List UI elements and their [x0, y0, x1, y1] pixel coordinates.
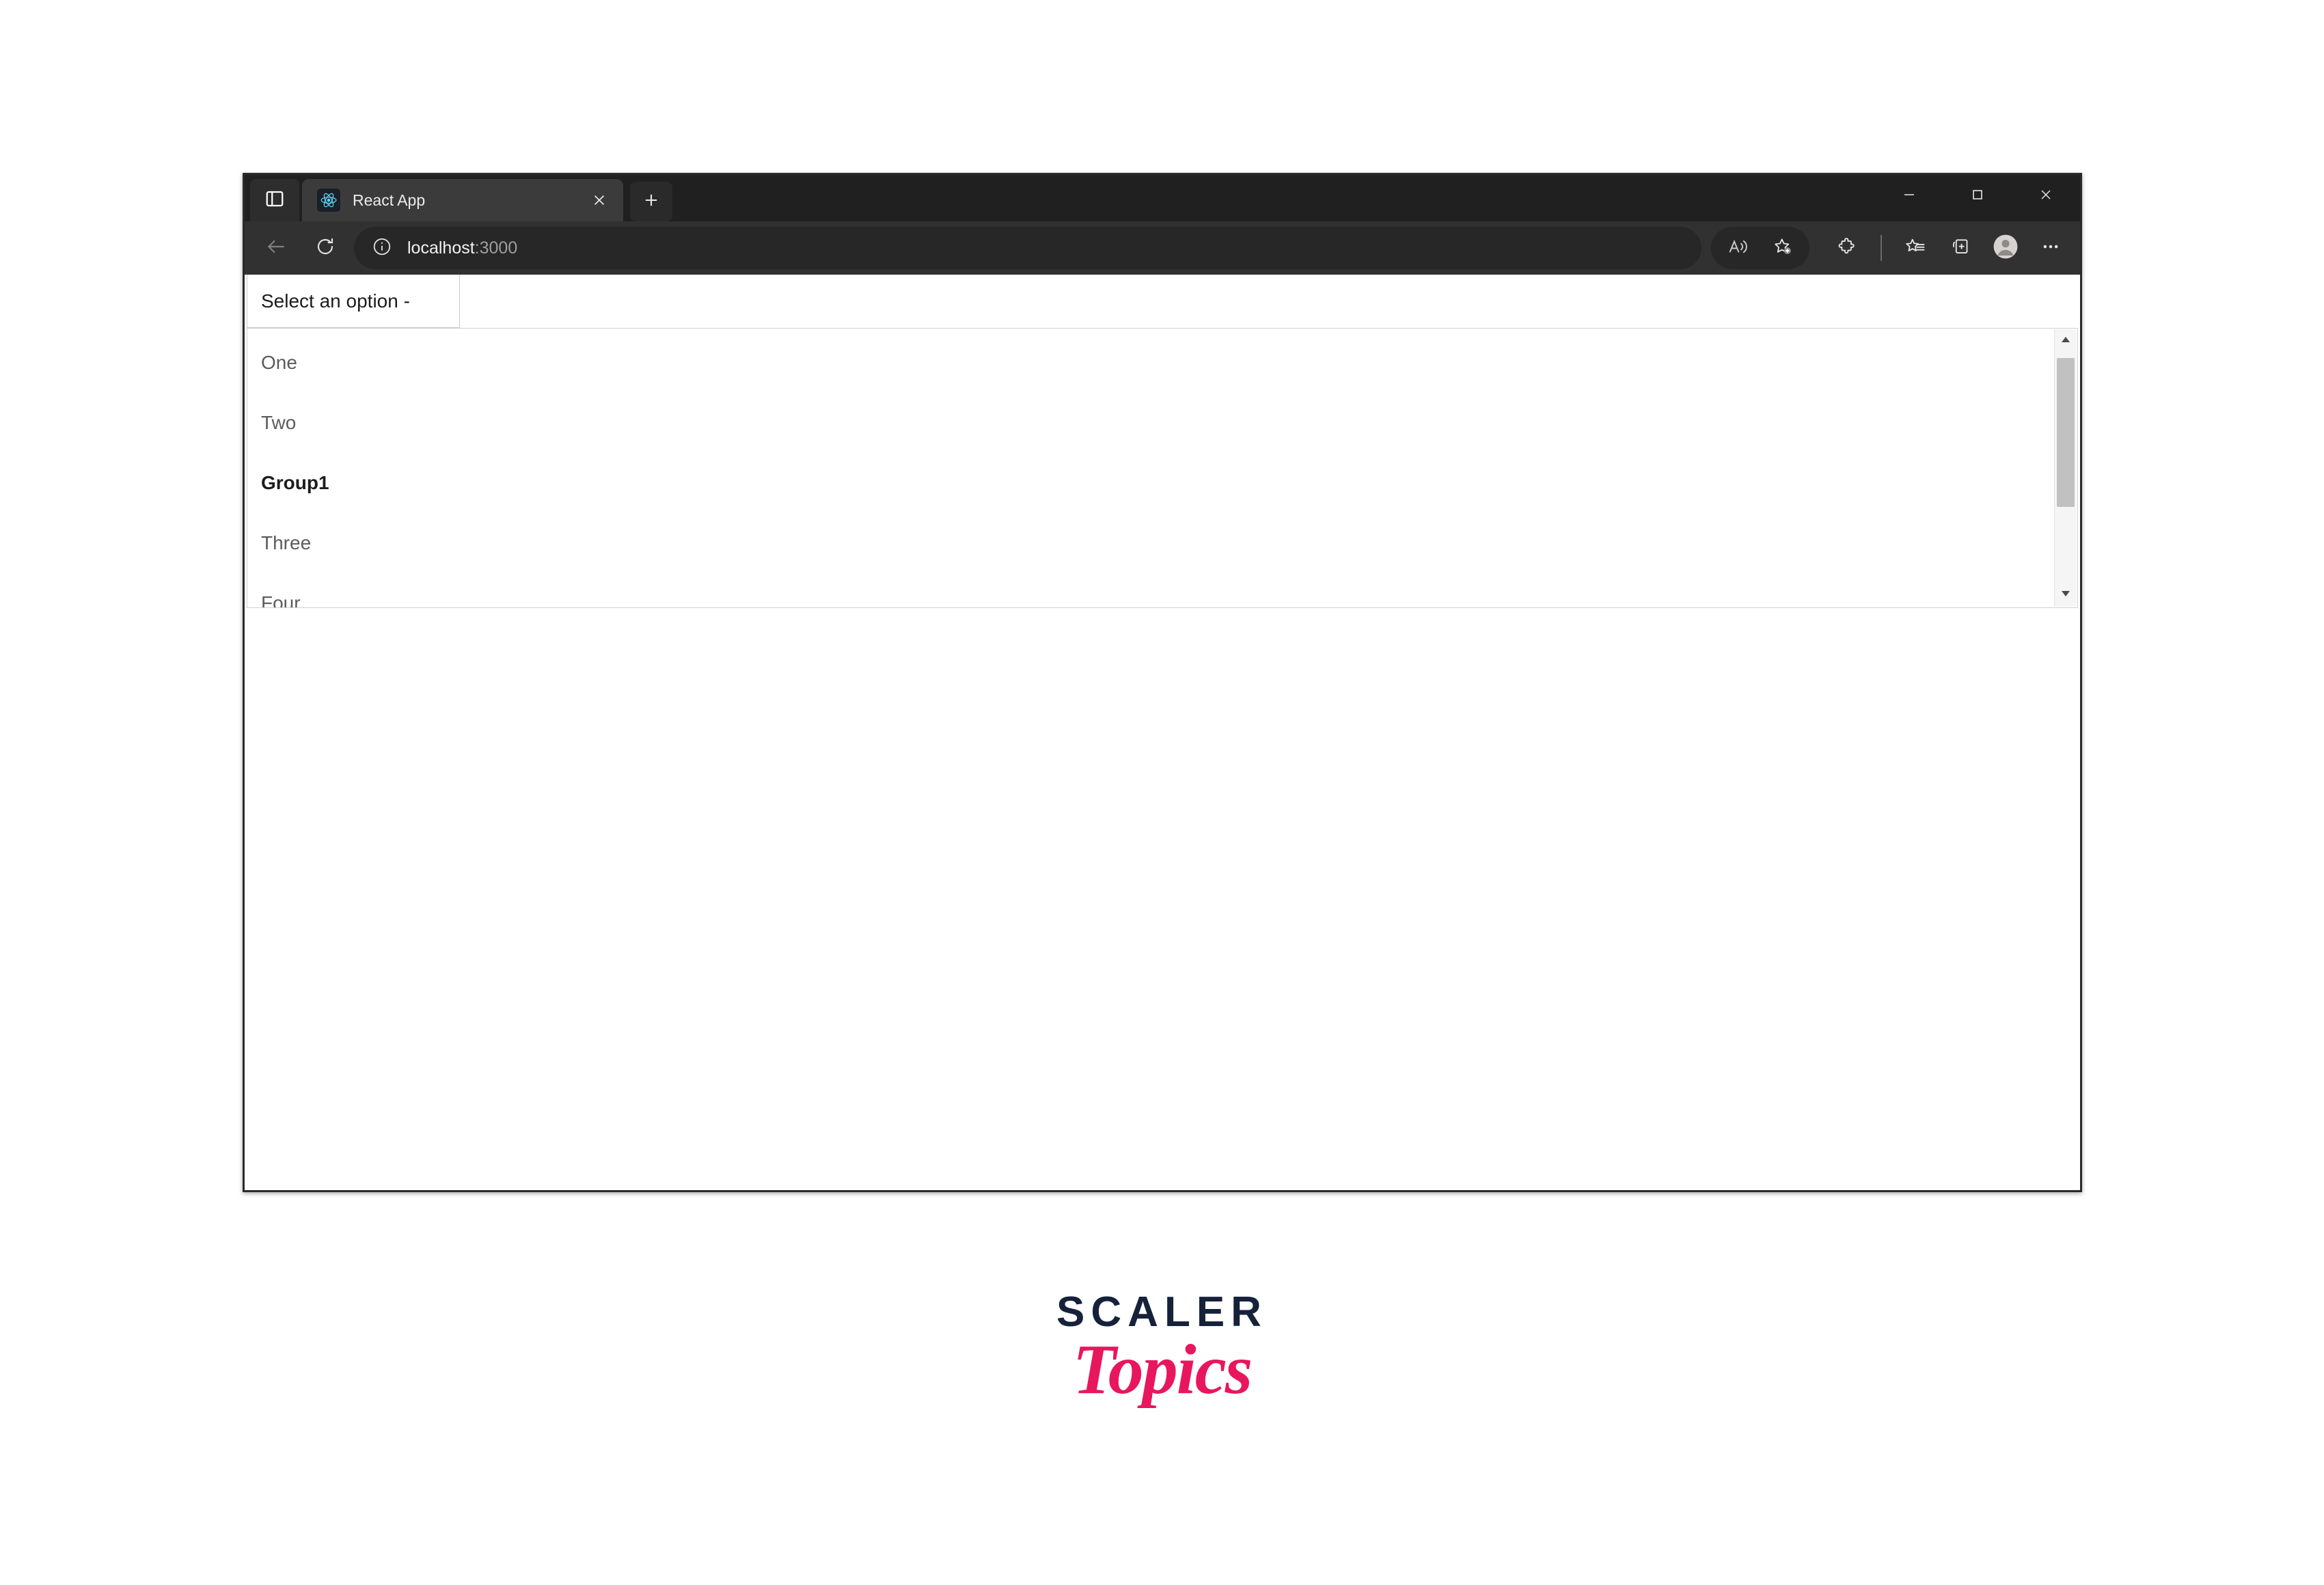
puzzle-piece-icon [1837, 236, 1857, 260]
option-label: Two [261, 412, 297, 433]
close-window-button[interactable] [2012, 175, 2080, 217]
tab-react-app[interactable]: React App [302, 179, 623, 221]
add-favorite-star-icon [1773, 236, 1793, 260]
option-label: Four [261, 592, 301, 608]
option-two[interactable]: Two [247, 393, 2054, 453]
logo-scaler-text: SCALER [1056, 1288, 1268, 1336]
profile-avatar-icon [1993, 234, 2019, 263]
favorites-button[interactable] [1893, 227, 1938, 269]
option-three[interactable]: Three [247, 513, 2054, 573]
info-circle-icon[interactable] [372, 236, 392, 260]
optgroup-label: Group1 [261, 472, 329, 493]
address-host: localhost [407, 238, 475, 258]
collections-add-icon [1950, 236, 1971, 260]
scrollbar-down-button[interactable] [2055, 583, 2077, 607]
close-icon [2038, 187, 2054, 206]
option-label: One [261, 352, 297, 373]
optgroup-label-group1: Group1 [247, 453, 2054, 513]
dropdown-scrollbar[interactable] [2054, 329, 2077, 607]
option-four[interactable]: Four [247, 573, 2054, 608]
maximize-button[interactable] [1943, 175, 2012, 217]
select-value: Select an option - [261, 290, 410, 312]
minimize-button[interactable] [1875, 175, 1943, 217]
scrollbar-thumb[interactable] [2057, 358, 2075, 507]
favorites-star-list-icon [1905, 236, 1926, 260]
option-one[interactable]: One [247, 333, 2054, 393]
extensions-button[interactable] [1824, 227, 1870, 269]
option-label: Three [261, 532, 312, 553]
read-aloud-button[interactable] [1715, 227, 1760, 269]
address-bar-text: localhost:3000 [407, 238, 517, 258]
collections-button[interactable] [1938, 227, 1983, 269]
chevron-up-icon [2060, 335, 2071, 347]
settings-more-button[interactable] [2028, 227, 2073, 269]
logo-topics-text: Topics [1072, 1330, 1253, 1409]
scaler-topics-logo: SCALER Topics [0, 1291, 2324, 1407]
window-controls [1875, 175, 2080, 217]
profile-button[interactable] [1983, 227, 2028, 269]
new-tab-button[interactable] [630, 182, 672, 221]
reload-icon [315, 236, 336, 260]
tab-actions-button[interactable] [250, 179, 299, 221]
tab-close-button[interactable] [585, 186, 614, 215]
add-favorite-button[interactable] [1760, 227, 1805, 269]
minimize-icon [1901, 187, 1917, 206]
option-list: One Two Group1 Three Four [247, 329, 2054, 607]
browser-toolbar: localhost:3000 [245, 221, 2080, 275]
back-arrow-icon [265, 236, 287, 261]
select-options-popup: One Two Group1 Three Four [247, 328, 2078, 608]
chevron-down-icon [2060, 589, 2071, 601]
reload-button[interactable] [301, 227, 350, 269]
address-bar[interactable]: localhost:3000 [354, 227, 1701, 269]
toolbar-divider [1881, 235, 1882, 261]
read-aloud-icon [1727, 236, 1748, 260]
more-ellipsis-icon [2040, 236, 2061, 260]
read-aloud-favorite-group [1711, 227, 1809, 269]
scrollbar-up-button[interactable] [2055, 329, 2077, 353]
page-viewport: Select an option - One Two Group1 Three … [245, 275, 2080, 1190]
react-logo-icon [317, 189, 340, 212]
address-port: :3000 [474, 238, 518, 258]
tab-actions-panel-icon [264, 189, 285, 212]
tab-strip: React App [245, 175, 2080, 221]
browser-window: React App localhost:3000 Select an optio… [243, 173, 2082, 1192]
plus-icon [642, 191, 661, 213]
back-button[interactable] [251, 227, 301, 269]
maximize-icon [1969, 187, 1986, 206]
tab-title: React App [353, 191, 426, 209]
select-dropdown[interactable]: Select an option - [247, 275, 460, 328]
